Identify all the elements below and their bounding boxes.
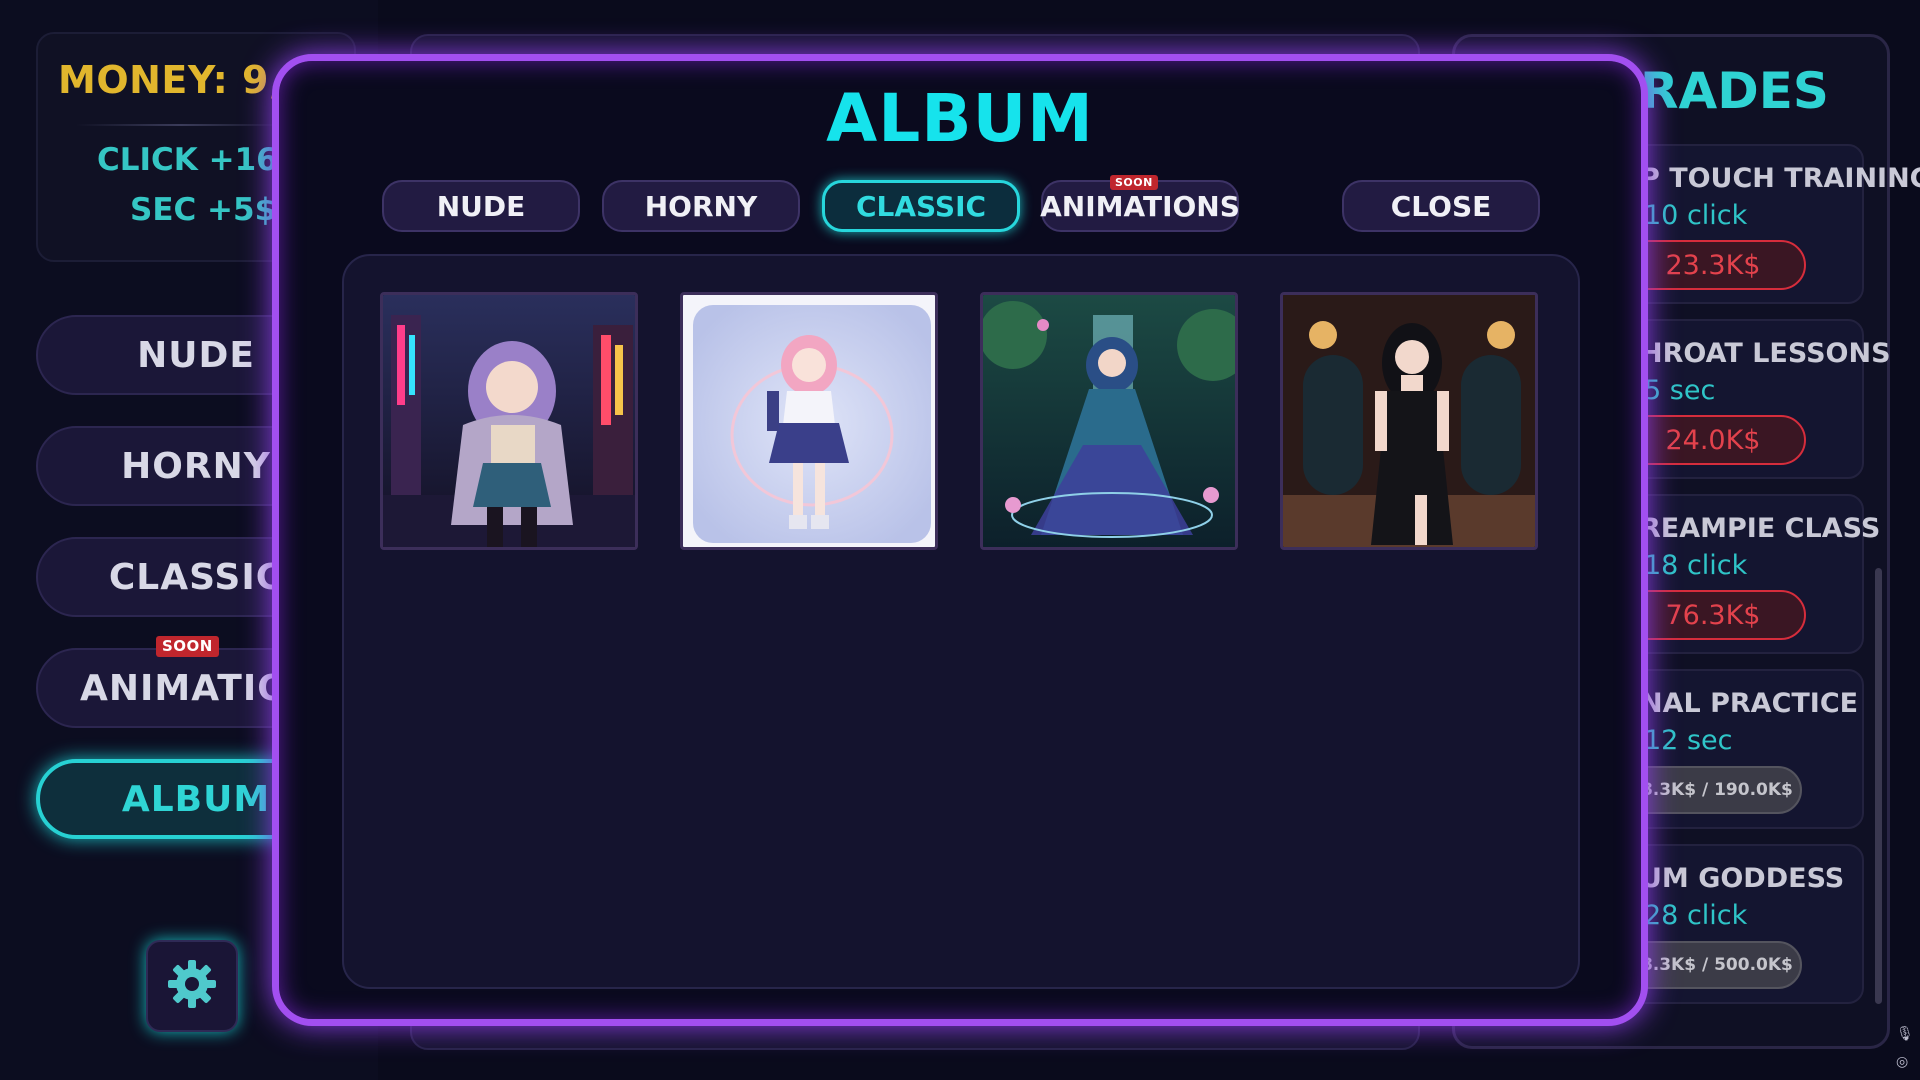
nav-album-label: ALBUM (121, 778, 271, 820)
upgrade-rate: 5 sec (1644, 375, 1716, 406)
nav-classic-label: CLASSIC (108, 556, 284, 598)
upgrade-rate: 28 click (1644, 900, 1748, 931)
tab-horny[interactable]: HORNY (602, 180, 800, 232)
forest-fairy-image (983, 295, 1235, 547)
tab-nude-label: NUDE (436, 189, 526, 223)
album-title: ALBUM (826, 80, 1094, 157)
tab-classic[interactable]: CLASSIC (822, 180, 1020, 232)
album-thumbnail-1[interactable] (380, 292, 638, 550)
album-thumbnail-2[interactable] (680, 292, 938, 550)
tab-nude[interactable]: NUDE (382, 180, 580, 232)
nav-horny-label: HORNY (121, 445, 271, 487)
tab-horny-label: HORNY (644, 189, 758, 223)
tab-animations-label: ANIMATIONS (1040, 189, 1240, 223)
close-label: CLOSE (1390, 189, 1492, 223)
gear-icon (165, 957, 219, 1015)
settings-button[interactable] (146, 940, 238, 1032)
black-dress-woman-image (1283, 295, 1535, 547)
upgrade-name: UM GODDESS (1640, 863, 1845, 894)
upgrade-rate: 10 click (1644, 200, 1748, 231)
nav-nude-label: NUDE (137, 334, 255, 376)
sec-income: SEC +5$ (130, 192, 277, 228)
upgrades-scrollbar[interactable] (1875, 568, 1882, 1004)
pink-hair-girl-image (683, 295, 935, 547)
upgrade-name: HROAT LESSONS (1640, 338, 1891, 369)
upgrade-name: P TOUCH TRAINING (1640, 163, 1920, 194)
tab-classic-label: CLASSIC (855, 189, 987, 223)
soon-badge: SOON (1110, 175, 1158, 190)
neon-city-girl-image (383, 295, 635, 547)
album-thumbnail-3[interactable] (980, 292, 1238, 550)
upgrade-rate: 12 sec (1644, 725, 1733, 756)
upgrade-name: REAMPIE CLASS (1640, 513, 1881, 544)
close-button[interactable]: CLOSE (1342, 180, 1540, 232)
upgrade-name: NAL PRACTICE (1640, 688, 1859, 719)
target-icon: ◎ (1896, 1054, 1909, 1070)
upgrade-rate: 18 click (1644, 550, 1748, 581)
album-thumbnail-4[interactable] (1280, 292, 1538, 550)
microphone-icon: 🎙 (1896, 1026, 1914, 1042)
soon-badge: SOON (156, 636, 219, 657)
